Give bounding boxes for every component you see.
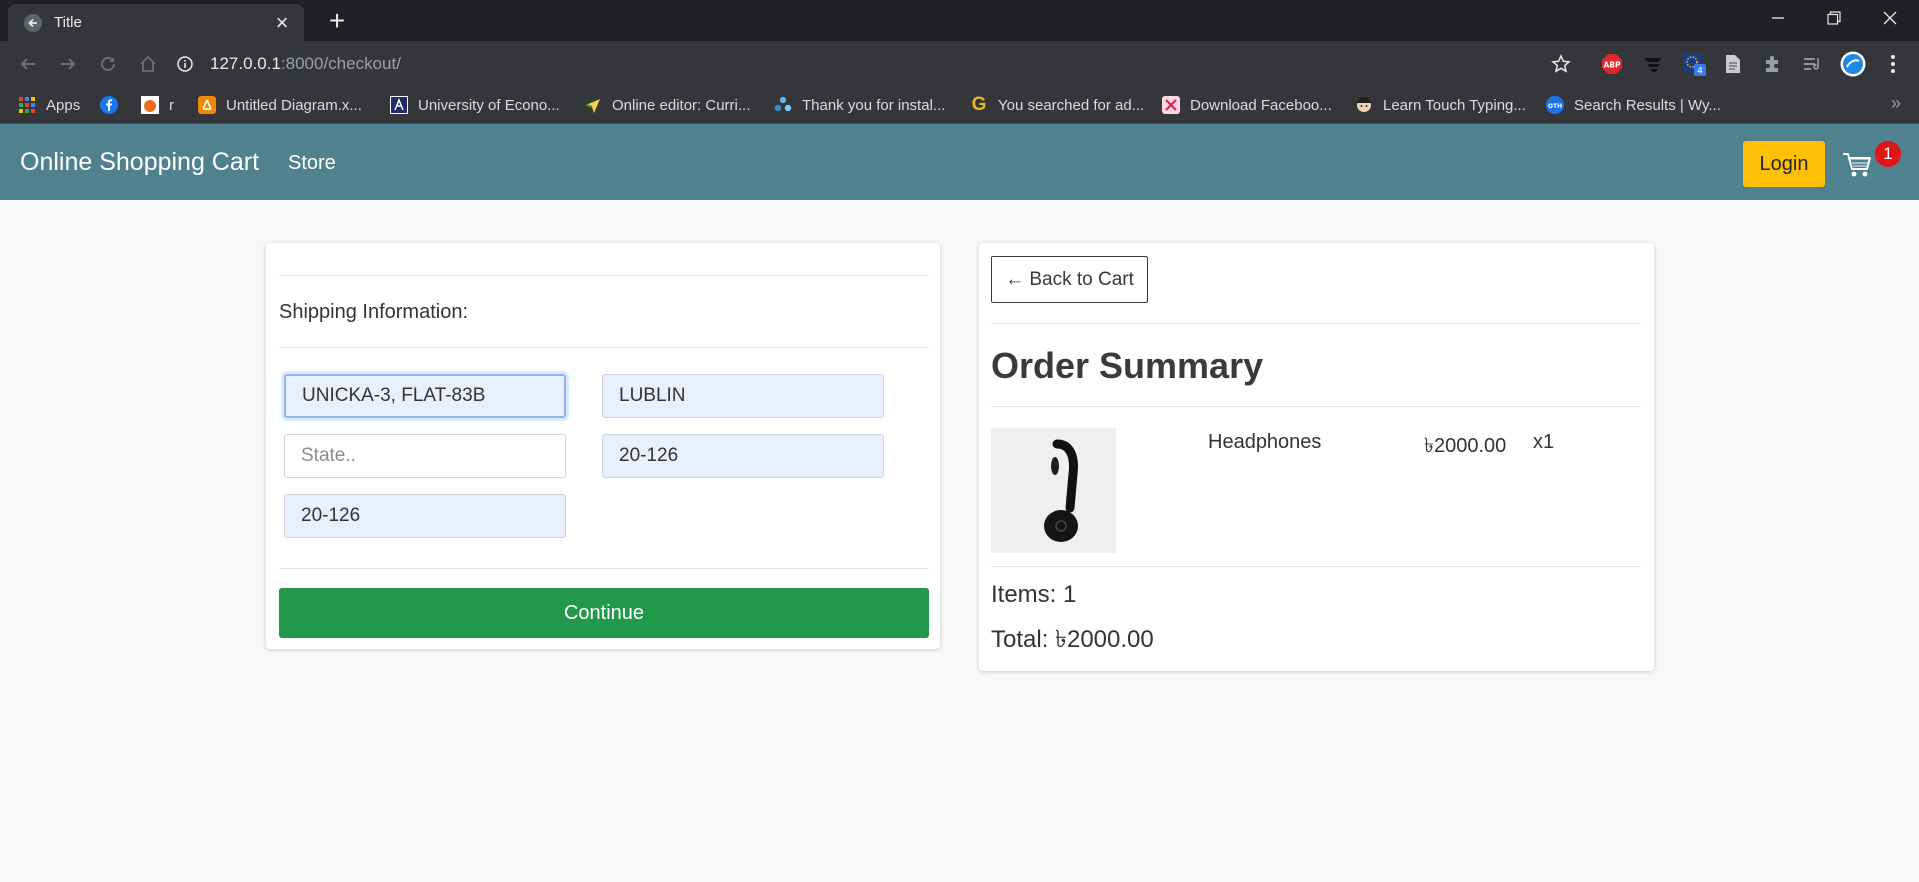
divider [991, 566, 1641, 567]
bookmark-label: You searched for ad... [998, 96, 1145, 114]
bookmarks-overflow-icon[interactable]: » [1891, 93, 1901, 114]
product-image [991, 428, 1116, 553]
zipcode-field[interactable] [602, 434, 884, 478]
bookmark-label: Search Results | Wy... [1574, 96, 1721, 114]
country-field[interactable] [284, 494, 566, 538]
new-tab-button[interactable]: + [322, 7, 352, 35]
product-name: Headphones [1208, 431, 1322, 453]
bookmark-label: Untitled Diagram.x... [226, 96, 362, 114]
bookmark-untitled-diagram[interactable]: Untitled Diagram.x... [198, 94, 362, 116]
store-link[interactable]: Store [288, 152, 336, 175]
extension-stack-icon[interactable] [1640, 51, 1666, 77]
url-path: :8000/checkout/ [280, 54, 401, 73]
reading-list-icon[interactable] [1799, 51, 1825, 77]
browser-toolbar: 127.0.0.1:8000/checkout/ ABP 4 [0, 41, 1919, 87]
divider [279, 568, 929, 569]
g-logo-icon: G [971, 94, 987, 115]
back-to-cart-button[interactable]: ← Back to Cart [991, 256, 1148, 303]
bookmark-learn-typing[interactable]: Learn Touch Typing... [1355, 94, 1526, 116]
order-total: Total: ৳2000.00 [991, 626, 1154, 653]
bookmark-star-icon[interactable] [1548, 51, 1574, 77]
shipping-info-label: Shipping Information: [279, 301, 469, 323]
cart-count-badge: 1 [1875, 141, 1901, 167]
apps-grid-icon [18, 96, 36, 114]
browser-tab-bar: Title × + [0, 0, 1919, 41]
product-price: ৳2000.00 [1424, 435, 1507, 457]
reload-icon[interactable] [94, 50, 122, 78]
divider [279, 347, 929, 348]
browser-menu-icon[interactable] [1880, 51, 1906, 77]
typing-avatar-icon [1355, 96, 1373, 114]
divider [991, 406, 1641, 407]
bookmark-label: Thank you for instal... [802, 96, 946, 114]
bookmark-online-editor[interactable]: Online editor: Curri... [584, 94, 750, 116]
bookmark-label: Download Faceboo... [1190, 96, 1332, 114]
puzzle-gear-icon [774, 96, 792, 114]
order-summary-card: ← Back to Cart Order Summary Headphones … [979, 243, 1654, 671]
url-host: 127.0.0.1 [210, 54, 281, 73]
login-button[interactable]: Login [1743, 141, 1825, 187]
eu-extension-icon[interactable]: 4 [1681, 51, 1707, 77]
address-bar[interactable]: 127.0.0.1:8000/checkout/ [176, 50, 1596, 78]
home-icon[interactable] [134, 50, 162, 78]
city-field[interactable] [602, 374, 884, 418]
restore-window-icon[interactable] [1806, 0, 1862, 36]
facebook-icon [100, 96, 118, 114]
page-favicon-icon [22, 12, 44, 34]
bookmark-university[interactable]: University of Econo... [390, 94, 560, 116]
bookmark-label: r [169, 96, 174, 114]
state-field[interactable] [284, 434, 566, 478]
continue-button[interactable]: Continue [279, 588, 929, 638]
bookmark-you-searched[interactable]: G You searched for ad... [970, 94, 1145, 116]
bookmark-thank-you[interactable]: Thank you for instal... [774, 94, 945, 116]
bookmark-apps[interactable]: Apps [18, 94, 80, 116]
tab-title: Title [54, 14, 82, 31]
site-brand[interactable]: Online Shopping Cart [20, 148, 259, 177]
order-summary-title: Order Summary [991, 345, 1264, 386]
site-navbar: Online Shopping Cart Store Login 1 [0, 124, 1919, 200]
search-results-icon: OTH [1546, 96, 1564, 114]
address-field[interactable] [284, 374, 566, 418]
minimize-window-icon[interactable] [1750, 0, 1806, 36]
bookmark-label: University of Econo... [418, 96, 560, 114]
adblock-icon[interactable]: ABP [1599, 51, 1625, 77]
bookmark-r[interactable]: r [141, 94, 174, 116]
site-info-icon[interactable] [176, 55, 194, 73]
profile-avatar-icon[interactable] [1840, 51, 1866, 77]
bookmark-label: Learn Touch Typing... [1383, 96, 1526, 114]
product-quantity: x1 [1533, 431, 1555, 453]
divider [279, 275, 929, 276]
bookmark-label: Online editor: Curri... [612, 96, 751, 114]
bookmark-label: Apps [46, 96, 81, 114]
svg-text:ABP: ABP [1603, 61, 1621, 70]
bookmarks-bar: Apps r Untitled Diagram.x... University … [0, 87, 1919, 124]
headphones-icon [1043, 439, 1078, 542]
close-window-icon[interactable] [1862, 0, 1918, 36]
download-app-icon [1162, 96, 1180, 114]
orange-square-icon [141, 96, 159, 114]
extensions-puzzle-icon[interactable] [1760, 51, 1786, 77]
bookmark-download-facebook[interactable]: Download Faceboo... [1162, 94, 1332, 116]
shopping-cart-icon[interactable] [1842, 151, 1872, 179]
browser-tab[interactable]: Title × [8, 4, 304, 41]
svg-text:4: 4 [1697, 67, 1703, 77]
items-count: Items: 1 [991, 581, 1077, 608]
drawio-icon [198, 96, 216, 114]
back-arrow-icon[interactable] [14, 50, 42, 78]
close-tab-icon[interactable]: × [270, 11, 294, 35]
forward-arrow-icon[interactable] [54, 50, 82, 78]
document-extension-icon[interactable] [1720, 51, 1746, 77]
divider [991, 323, 1641, 324]
svg-text:OTH: OTH [1548, 103, 1562, 110]
bookmark-search-results[interactable]: OTH Search Results | Wy... [1546, 94, 1721, 116]
shipping-card: Shipping Information: Continue [266, 243, 940, 649]
editor-icon [584, 96, 602, 114]
bookmark-facebook[interactable] [100, 94, 128, 116]
university-logo-icon [390, 96, 408, 114]
